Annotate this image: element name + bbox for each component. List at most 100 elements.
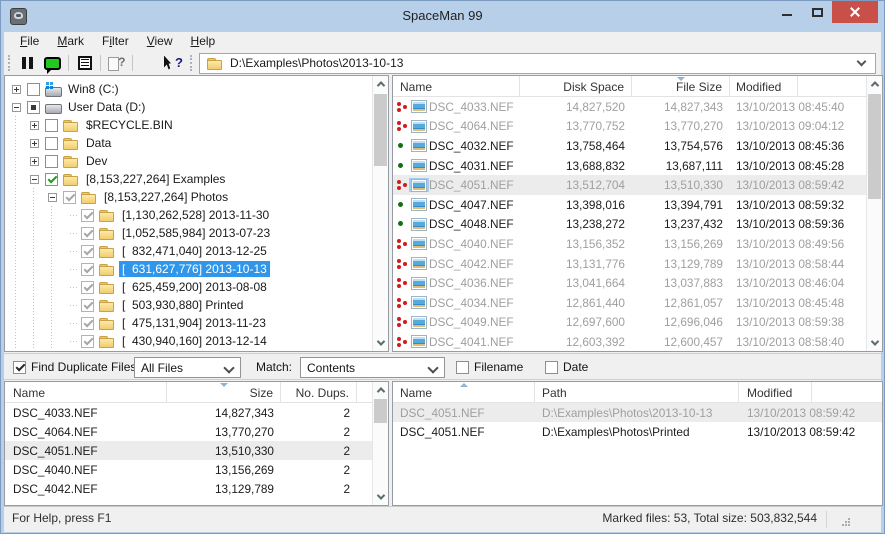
close-button[interactable] [832, 1, 878, 23]
tree-label[interactable]: [1,130,262,528] 2013-11-30 [119, 207, 272, 223]
pause-button[interactable] [15, 52, 40, 74]
file-row[interactable]: DSC_4033.NEF14,827,52014,827,34313/10/20… [393, 97, 866, 117]
duplicate-row[interactable]: DSC_4042.NEF13,129,7892 [5, 479, 372, 498]
tree-checkbox[interactable] [81, 317, 94, 330]
scroll-thumb[interactable] [374, 399, 387, 423]
file-row[interactable]: DSC_4051.NEF13,512,70413,510,33013/10/20… [393, 175, 866, 195]
column-header-file-size[interactable]: File Size [632, 76, 730, 96]
address-text[interactable]: D:\Examples\Photos\2013-10-13 [230, 56, 403, 70]
address-bar[interactable]: D:\Examples\Photos\2013-10-13 [199, 53, 876, 74]
filename-checkbox[interactable] [456, 361, 469, 374]
scroll-down-icon[interactable] [867, 335, 882, 351]
scroll-up-icon[interactable] [373, 76, 388, 92]
tree-checkbox[interactable] [81, 299, 94, 312]
tree-checkbox[interactable] [63, 191, 76, 204]
tree-label[interactable]: Win8 (C:) [65, 81, 122, 97]
match-row[interactable]: DSC_4051.NEFD:\Examples\Photos\Printed13… [393, 422, 882, 441]
maximize-button[interactable] [802, 1, 832, 23]
mark-bubble-button[interactable] [40, 52, 65, 74]
tree-checkbox[interactable] [81, 245, 94, 258]
column-header-modified[interactable]: Modified [730, 76, 798, 96]
tree-label[interactable]: [ 625,459,200] 2013-08-08 [119, 279, 270, 295]
tree-label[interactable]: [8,153,227,264] Photos [101, 189, 231, 205]
tree-label[interactable]: User Data (D:) [65, 99, 148, 115]
tree-item-1-130-262-528-2013-11-30[interactable]: [1,130,262,528] 2013-11-30 [7, 206, 371, 224]
file-row[interactable]: DSC_4064.NEF13,770,75213,770,27013/10/20… [393, 117, 866, 137]
context-help-button[interactable] [161, 52, 186, 74]
tree-item-user-data-d[interactable]: User Data (D:) [7, 98, 371, 116]
tree-item-data[interactable]: Data [7, 134, 371, 152]
tree-checkbox[interactable] [81, 281, 94, 294]
file-row[interactable]: DSC_4049.NEF12,697,60012,696,04613/10/20… [393, 313, 866, 333]
file-row[interactable]: DSC_4032.NEF13,758,46413,754,57613/10/20… [393, 136, 866, 156]
column-header-size[interactable]: Size [167, 382, 281, 402]
tree-label[interactable]: [ 631,627,776] 2013-10-13 [119, 261, 270, 277]
scroll-down-icon[interactable] [373, 489, 388, 505]
file-list-scrollbar[interactable] [866, 76, 882, 351]
column-header-name[interactable]: Name [393, 382, 535, 402]
expand-plus-icon[interactable] [30, 121, 39, 130]
scroll-thumb[interactable] [374, 94, 387, 166]
tree-label[interactable]: Dev [83, 153, 110, 169]
toolbar-gripper[interactable] [8, 55, 10, 71]
scroll-thumb[interactable] [868, 94, 881, 199]
tree-item-8-153-227-264-photos[interactable]: [8,153,227,264] Photos [7, 188, 371, 206]
file-row[interactable]: DSC_4034.NEF12,861,44012,861,05713/10/20… [393, 293, 866, 313]
tree-item-631-627-776-2013-10-13[interactable]: [ 631,627,776] 2013-10-13 [7, 260, 371, 278]
minimize-button[interactable] [772, 1, 802, 23]
tree-label[interactable]: [ 832,471,040] 2013-12-25 [119, 243, 270, 259]
collapse-minus-icon[interactable] [48, 193, 57, 202]
tree-item-dev[interactable]: Dev [7, 152, 371, 170]
tree-checkbox[interactable] [27, 83, 40, 96]
tree-item-win8-c[interactable]: Win8 (C:) [7, 80, 371, 98]
menu-file[interactable]: File [11, 33, 48, 50]
tree-label[interactable]: $RECYCLE.BIN [83, 117, 176, 133]
file-row[interactable]: DSC_4031.NEF13,688,83213,687,11113/10/20… [393, 156, 866, 176]
file-help-button[interactable] [104, 52, 129, 74]
resize-grip[interactable] [840, 516, 850, 526]
menu-help[interactable]: Help [182, 33, 225, 50]
scroll-down-icon[interactable] [373, 335, 388, 351]
tree-checkbox[interactable] [45, 137, 58, 150]
duplicate-row[interactable]: DSC_4051.NEF13,510,3302 [5, 441, 372, 460]
column-header-no-dups[interactable]: No. Dups. [281, 382, 357, 402]
column-header-path[interactable]: Path [535, 382, 739, 402]
file-row[interactable]: DSC_4047.NEF13,398,01613,394,79113/10/20… [393, 195, 866, 215]
tree-checkbox[interactable] [81, 263, 94, 276]
menu-mark[interactable]: Mark [48, 33, 93, 50]
duplicate-row[interactable]: DSC_4033.NEF14,827,3432 [5, 403, 372, 422]
tree-item-1-052-585-984-2013-07-23[interactable]: [1,052,585,984] 2013-07-23 [7, 224, 371, 242]
tree-checkbox[interactable] [81, 227, 94, 240]
tree-checkbox[interactable] [27, 101, 40, 114]
tree-item-475-131-904-2013-11-23[interactable]: [ 475,131,904] 2013-11-23 [7, 314, 371, 332]
expand-plus-icon[interactable] [12, 85, 21, 94]
tree-label[interactable]: [ 503,930,880] Printed [119, 297, 246, 313]
duplicates-scrollbar[interactable] [372, 382, 388, 505]
help-button[interactable] [136, 52, 161, 74]
tree-label[interactable]: [ 475,131,904] 2013-11-23 [119, 315, 269, 331]
tree-checkbox[interactable] [45, 119, 58, 132]
tree-scrollbar[interactable] [372, 76, 388, 351]
file-row[interactable]: DSC_4042.NEF13,131,77613,129,78913/10/20… [393, 254, 866, 274]
column-header-name[interactable]: Name [393, 76, 520, 96]
chevron-down-icon[interactable] [857, 57, 867, 67]
collapse-minus-icon[interactable] [30, 175, 39, 184]
file-type-select[interactable]: All Files [134, 357, 241, 378]
tree-label[interactable]: Data [83, 135, 114, 151]
tree-item-503-930-880-printed[interactable]: [ 503,930,880] Printed [7, 296, 371, 314]
match-row[interactable]: DSC_4051.NEFD:\Examples\Photos\2013-10-1… [393, 403, 882, 422]
find-duplicate-files-checkbox[interactable] [13, 361, 26, 374]
column-header-name[interactable]: Name [5, 382, 167, 402]
tree-checkbox[interactable] [81, 209, 94, 222]
tree-label[interactable]: [ 430,940,160] 2013-12-14 [119, 333, 270, 349]
tree-label[interactable]: [8,153,227,264] Examples [83, 171, 228, 187]
tree-checkbox[interactable] [81, 335, 94, 348]
scroll-up-icon[interactable] [373, 382, 388, 398]
tree-item-832-471-040-2013-12-25[interactable]: [ 832,471,040] 2013-12-25 [7, 242, 371, 260]
file-row[interactable]: DSC_4040.NEF13,156,35213,156,26913/10/20… [393, 234, 866, 254]
tree-item-625-459-200-2013-08-08[interactable]: [ 625,459,200] 2013-08-08 [7, 278, 371, 296]
tree-checkbox[interactable] [45, 173, 58, 186]
report-button[interactable] [72, 52, 97, 74]
scroll-up-icon[interactable] [867, 76, 882, 92]
file-row[interactable]: DSC_4041.NEF12,603,39212,600,45713/10/20… [393, 332, 866, 351]
